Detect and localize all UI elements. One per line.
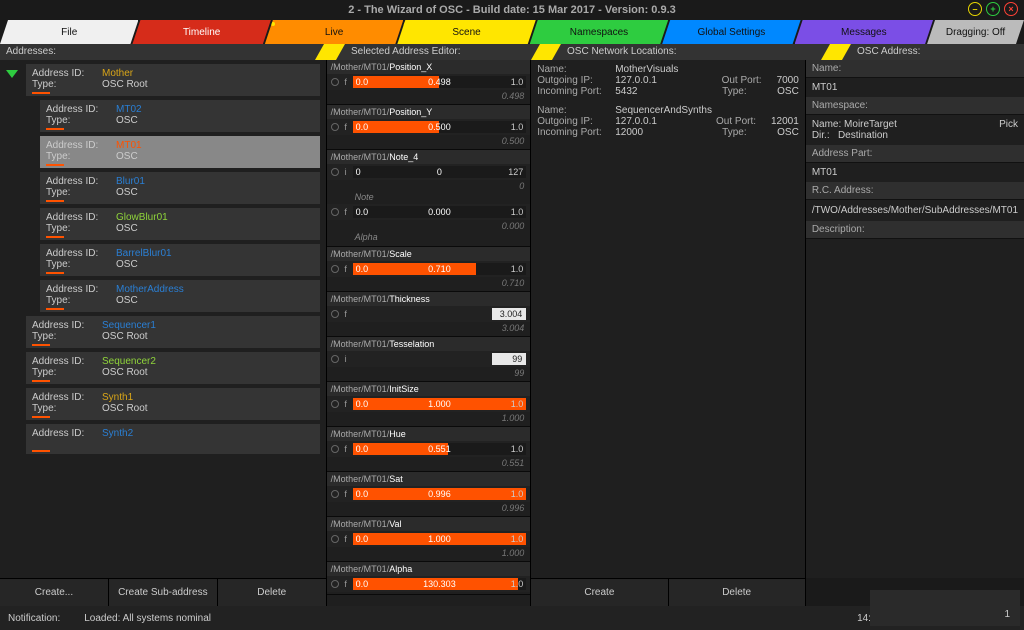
- param-enable-radio[interactable]: [331, 78, 339, 86]
- pick-namespace-button[interactable]: Pick: [999, 119, 1018, 141]
- tab-global-settings[interactable]: Global Settings: [662, 20, 800, 44]
- maximize-icon[interactable]: +: [986, 2, 1000, 16]
- param-enable-radio[interactable]: [331, 535, 339, 543]
- network-delete-button[interactable]: Delete: [669, 579, 805, 606]
- osc-name-value[interactable]: MT01: [806, 78, 1024, 97]
- namespace-name: MoireTarget: [844, 119, 897, 130]
- address-part-value[interactable]: MT01: [806, 163, 1024, 182]
- main-tabs: File Timeline Live Scene Namespaces Glob…: [0, 20, 1024, 44]
- param-enable-radio[interactable]: [331, 123, 339, 131]
- address-item[interactable]: Address ID:GlowBlur01Type:OSC: [40, 208, 320, 240]
- param-hue: /Mother/MT01/Huef0.00.5511.00.551: [327, 427, 531, 472]
- description-label: Description:: [806, 221, 1024, 239]
- address-item[interactable]: Address ID:Synth2: [26, 424, 320, 454]
- param-sat: /Mother/MT01/Satf0.00.9961.00.996: [327, 472, 531, 517]
- param-slider[interactable]: 0.00.5001.0: [353, 121, 527, 133]
- close-icon[interactable]: ×: [1004, 2, 1018, 16]
- delete-address-button[interactable]: Delete: [218, 579, 326, 606]
- osc-namespace-label: Namespace:: [806, 97, 1024, 115]
- address-part-label: Address Part:: [806, 145, 1024, 163]
- param-scale: /Mother/MT01/Scalef0.00.7101.00.710: [327, 247, 531, 292]
- address-item[interactable]: Address ID:BarrelBlur01Type:OSC: [40, 244, 320, 276]
- address-item[interactable]: Address ID:Sequencer1Type:OSC Root: [26, 316, 320, 348]
- param-numbox[interactable]: 99: [492, 353, 526, 365]
- network-location[interactable]: Name:SequencerAndSynthsOutgoing IP:127.0…: [537, 105, 799, 138]
- param-slider[interactable]: 0.00.5511.0: [353, 443, 527, 455]
- param-position_y: /Mother/MT01/Position_Yf0.00.5001.00.500: [327, 105, 531, 150]
- param-enable-radio[interactable]: [331, 490, 339, 498]
- rc-address-label: R.C. Address:: [806, 182, 1024, 200]
- param-note_4: /Mother/MT01/Note_4i001270Notef0.00.0001…: [327, 150, 531, 247]
- param-slider[interactable]: 00127: [353, 166, 527, 178]
- param-enable-radio[interactable]: [331, 400, 339, 408]
- osc-name-label: Name:: [806, 60, 1024, 78]
- window-title: 2 - The Wizard of OSC - Build date: 15 M…: [348, 4, 676, 16]
- rc-address-value: /TWO/Addresses/Mother/SubAddresses/MT01: [806, 200, 1024, 221]
- address-editor-panel: /Mother/MT01/Position_Xf0.00.4981.00.498…: [327, 60, 532, 606]
- namespace-dir: Destination: [838, 130, 888, 141]
- param-slider[interactable]: 0.00.9961.0: [353, 488, 527, 500]
- param-tesselation: /Mother/MT01/Tesselationi9999: [327, 337, 531, 382]
- param-slider[interactable]: 0.0130.3031.0: [353, 578, 527, 590]
- addresses-header: Addresses:: [0, 44, 345, 60]
- param-slider[interactable]: 0.01.0001.0: [353, 533, 527, 545]
- param-val: /Mother/MT01/Valf0.01.0001.01.000: [327, 517, 531, 562]
- param-slider[interactable]: 0.00.7101.0: [353, 263, 527, 275]
- tab-file[interactable]: File: [0, 20, 138, 44]
- param-enable-radio[interactable]: [331, 208, 339, 216]
- create-button[interactable]: Create...: [0, 579, 109, 606]
- tab-timeline[interactable]: Timeline: [132, 20, 270, 44]
- network-create-button[interactable]: Create: [531, 579, 668, 606]
- tab-messages[interactable]: Messages: [795, 20, 933, 44]
- param-enable-radio[interactable]: [331, 580, 339, 588]
- param-initsize: /Mother/MT01/InitSizef0.01.0001.01.000: [327, 382, 531, 427]
- network-header: OSC Network Locations:: [561, 44, 851, 60]
- param-enable-radio[interactable]: [331, 168, 339, 176]
- param-slider[interactable]: 0.00.4981.0: [353, 76, 527, 88]
- address-item[interactable]: Address ID:Synth1Type:OSC Root: [26, 388, 320, 420]
- page-indicator: 1: [870, 590, 1020, 626]
- param-position_x: /Mother/MT01/Position_Xf0.00.4981.00.498: [327, 60, 531, 105]
- osc-address-panel: Name: MT01 Namespace: Name: MoireTarget …: [806, 60, 1024, 606]
- title-bar: 2 - The Wizard of OSC - Build date: 15 M…: [0, 0, 1024, 20]
- param-numbox[interactable]: 3.004: [492, 308, 526, 320]
- param-enable-radio[interactable]: [331, 265, 339, 273]
- address-item[interactable]: Address ID:Sequencer2Type:OSC Root: [26, 352, 320, 384]
- minimize-icon[interactable]: –: [968, 2, 982, 16]
- tab-namespaces[interactable]: Namespaces: [530, 20, 668, 44]
- param-thickness: /Mother/MT01/Thicknessf3.0043.004: [327, 292, 531, 337]
- expand-icon[interactable]: [6, 70, 18, 78]
- create-subaddress-button[interactable]: Create Sub-address: [109, 579, 218, 606]
- tab-live[interactable]: Live: [265, 20, 403, 44]
- param-alpha: /Mother/MT01/Alphaf0.0130.3031.0: [327, 562, 531, 595]
- param-enable-radio[interactable]: [331, 355, 339, 363]
- network-panel: Name:MotherVisualsOutgoing IP:127.0.0.1O…: [531, 60, 806, 606]
- notification-text: Loaded: All systems nominal: [84, 613, 211, 624]
- address-item[interactable]: Address ID:MotherAddressType:OSC: [40, 280, 320, 312]
- address-item[interactable]: Address ID:MT02Type:OSC: [40, 100, 320, 132]
- param-slider[interactable]: 0.00.0001.0: [353, 206, 527, 218]
- param-slider[interactable]: 0.01.0001.0: [353, 398, 527, 410]
- tab-scene[interactable]: Scene: [397, 20, 535, 44]
- param-enable-radio[interactable]: [331, 445, 339, 453]
- network-location[interactable]: Name:MotherVisualsOutgoing IP:127.0.0.1O…: [537, 64, 799, 97]
- address-item[interactable]: Address ID:Blur01Type:OSC: [40, 172, 320, 204]
- editor-header: Selected Address Editor:: [345, 44, 561, 60]
- param-enable-radio[interactable]: [331, 310, 339, 318]
- address-item[interactable]: Address ID:MotherType:OSC Root: [26, 64, 320, 96]
- address-item[interactable]: Address ID:MT01Type:OSC: [40, 136, 320, 168]
- notification-label: Notification:: [8, 613, 60, 624]
- dragging-toggle[interactable]: Dragging: Off: [927, 20, 1024, 44]
- addresses-panel: Address ID:MotherType:OSC Root Address ID…: [0, 60, 327, 606]
- osc-address-header: OSC Address:: [851, 44, 1024, 60]
